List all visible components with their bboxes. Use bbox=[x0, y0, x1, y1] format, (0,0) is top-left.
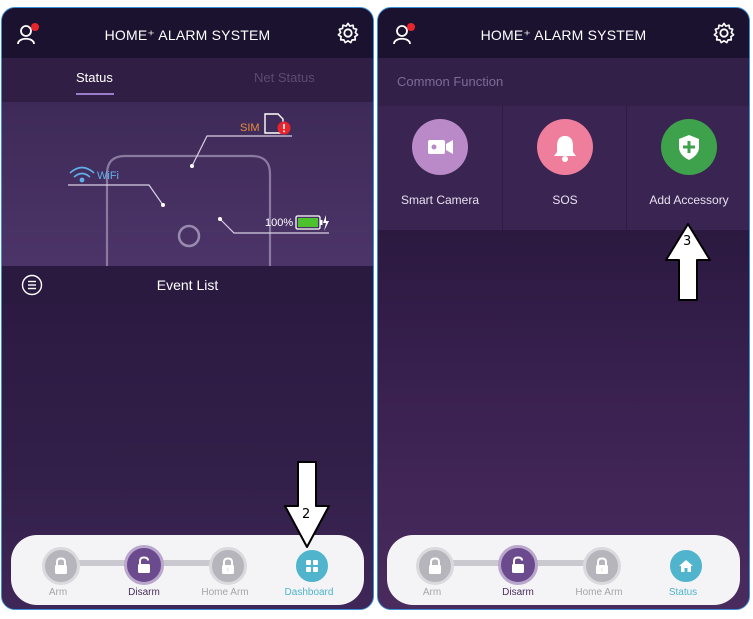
nav-home-arm[interactable]: Home Arm bbox=[190, 544, 260, 600]
nav-arm[interactable]: Arm bbox=[23, 544, 93, 600]
home-arm-lock-icon bbox=[596, 557, 608, 574]
nav-status-label: Status bbox=[668, 587, 698, 598]
function-grid: Smart Camera SOS Add Accessory bbox=[378, 106, 749, 230]
event-list-title: Event List bbox=[156, 277, 219, 293]
nav-disarm[interactable]: Disarm bbox=[109, 544, 179, 600]
wifi-icon bbox=[69, 166, 95, 183]
battery-icon bbox=[295, 215, 329, 231]
sos-button[interactable]: SOS bbox=[502, 106, 627, 230]
nav-disarm-label: Disarm bbox=[128, 587, 160, 598]
step-2-arrow-icon bbox=[284, 461, 330, 548]
nav-disarm-label: Disarm bbox=[502, 587, 534, 598]
nav-disarm[interactable]: Disarm bbox=[483, 544, 553, 600]
sim-card-icon bbox=[264, 113, 291, 135]
unlock-icon bbox=[512, 556, 524, 573]
top-bar: HOME⁺ ALARM SYSTEM bbox=[2, 8, 373, 58]
bottom-nav: Arm Disarm Home Arm Status bbox=[387, 535, 740, 605]
status-tabs: Status Net Status bbox=[2, 58, 373, 102]
shield-plus-icon bbox=[679, 135, 699, 160]
hub-button-icon bbox=[177, 224, 201, 248]
lock-icon bbox=[55, 557, 67, 574]
add-accessory-button[interactable]: Add Accessory bbox=[626, 106, 749, 230]
nav-home-arm-label: Home Arm bbox=[575, 587, 623, 598]
gear-icon[interactable] bbox=[713, 22, 735, 44]
nav-arm-label: Arm bbox=[422, 587, 442, 598]
app-title: HOME⁺ ALARM SYSTEM bbox=[104, 27, 271, 43]
nav-dashboard-label: Dashboard bbox=[284, 587, 334, 598]
tab-status[interactable]: Status bbox=[76, 70, 113, 85]
battery-label: 100% bbox=[265, 217, 294, 229]
active-tab-indicator bbox=[76, 93, 114, 95]
common-function-title: Common Function bbox=[397, 74, 504, 89]
nav-home-arm-label: Home Arm bbox=[201, 587, 249, 598]
nav-arm[interactable]: Arm bbox=[397, 544, 467, 600]
wifi-label: WiFi bbox=[97, 170, 119, 182]
unlock-icon bbox=[138, 556, 150, 573]
lock-icon bbox=[429, 557, 441, 574]
device-status-panel: WiFi SIM 100% bbox=[2, 102, 373, 266]
dashboard-icon bbox=[306, 560, 318, 572]
step-3-number: 3 bbox=[683, 234, 692, 249]
sos-label: SOS bbox=[552, 193, 578, 207]
bell-icon bbox=[554, 136, 576, 162]
home-icon bbox=[679, 560, 693, 572]
nav-status[interactable]: Status bbox=[648, 544, 718, 600]
nav-arm-label: Arm bbox=[48, 587, 68, 598]
app-title: HOME⁺ ALARM SYSTEM bbox=[480, 27, 647, 43]
sim-label: SIM bbox=[240, 122, 260, 134]
tab-net-status[interactable]: Net Status bbox=[254, 70, 315, 85]
step-2-number: 2 bbox=[302, 507, 311, 522]
nav-dashboard[interactable]: Dashboard bbox=[274, 544, 344, 600]
event-list-header[interactable]: Event List bbox=[2, 266, 373, 304]
smart-camera-label: Smart Camera bbox=[400, 193, 480, 207]
hub-device-outline bbox=[105, 154, 272, 266]
nav-home-arm[interactable]: Home Arm bbox=[564, 544, 634, 600]
gear-icon[interactable] bbox=[337, 22, 359, 44]
add-accessory-label: Add Accessory bbox=[649, 193, 729, 207]
dashboard-screen: HOME⁺ ALARM SYSTEM Common Function Smart… bbox=[377, 7, 750, 610]
home-arm-lock-icon bbox=[222, 557, 234, 574]
top-bar: HOME⁺ ALARM SYSTEM bbox=[378, 8, 749, 58]
smart-camera-button[interactable]: Smart Camera bbox=[378, 106, 502, 230]
camera-icon bbox=[428, 140, 453, 154]
common-function-header: Common Function bbox=[378, 58, 749, 106]
